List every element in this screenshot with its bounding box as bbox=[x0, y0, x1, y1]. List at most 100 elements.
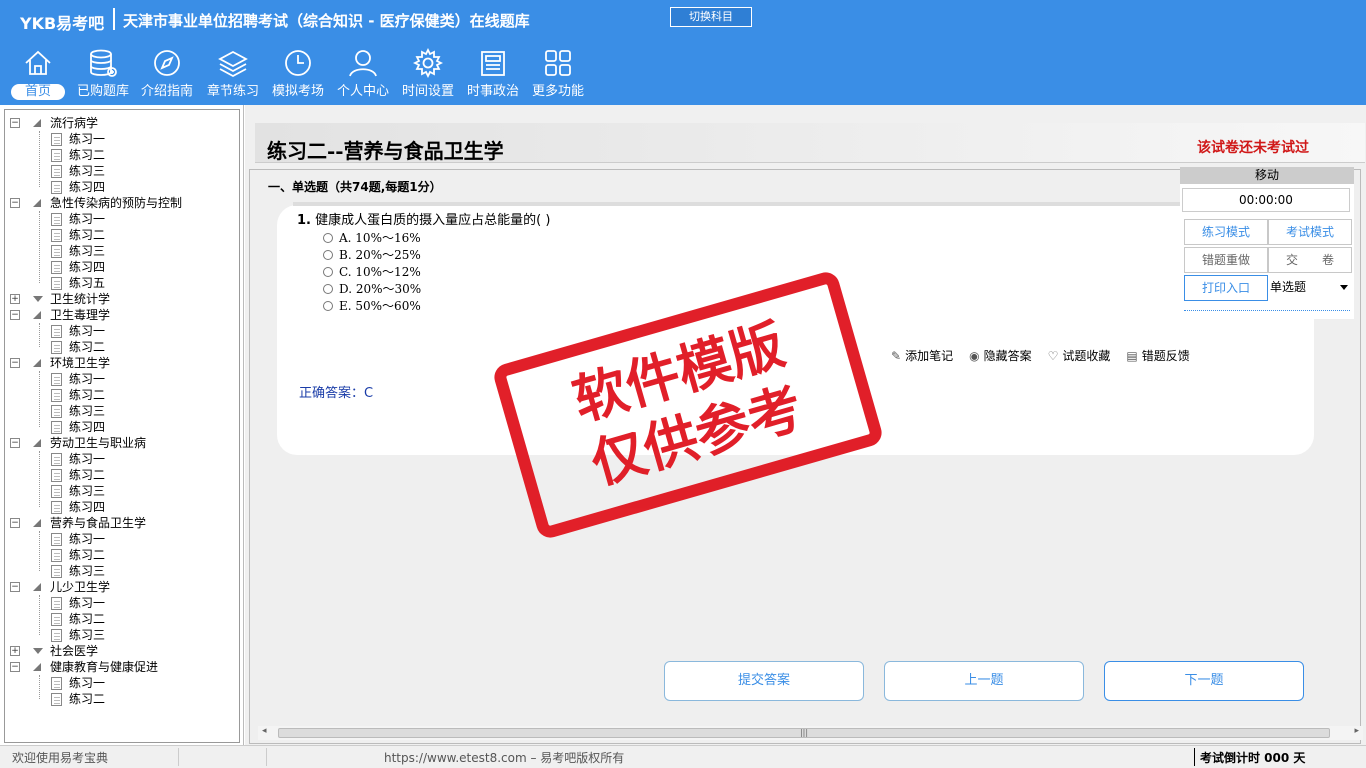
collapse-icon[interactable]: − bbox=[10, 662, 20, 672]
next-question-button[interactable]: 下一题 bbox=[1104, 661, 1304, 701]
expand-icon[interactable]: + bbox=[10, 294, 20, 304]
document-icon bbox=[51, 485, 62, 498]
pencil-icon: ✎ bbox=[891, 349, 902, 363]
tree-leaf-label: 练习二 bbox=[69, 548, 106, 562]
panel-scroll-line bbox=[1184, 310, 1350, 311]
collapse-icon[interactable]: − bbox=[10, 582, 20, 592]
radio-icon[interactable] bbox=[323, 267, 333, 277]
tree-folder[interactable]: − 劳动卫生与职业病 bbox=[5, 435, 235, 451]
scroll-right-icon[interactable]: ▸ bbox=[1354, 726, 1359, 736]
tree-leaf-label: 练习三 bbox=[69, 564, 106, 578]
nav-chapter-practice[interactable]: 章节练习 bbox=[203, 48, 263, 105]
tree-folder[interactable]: − 急性传染病的预防与控制 bbox=[5, 195, 235, 211]
hide-answer-link[interactable]: ◉ 隐藏答案 bbox=[969, 347, 1032, 364]
tree-folder[interactable]: + 社会医学 bbox=[5, 643, 235, 659]
folder-arrow-icon bbox=[33, 359, 41, 367]
tree-leaf-label: 练习四 bbox=[69, 260, 106, 274]
grid-icon bbox=[545, 50, 571, 76]
document-icon bbox=[51, 421, 62, 434]
folder-arrow-icon bbox=[33, 519, 41, 527]
tree-folder[interactable]: − 儿少卫生学 bbox=[5, 579, 235, 595]
tree-leaf-label: 练习一 bbox=[69, 324, 106, 338]
tree-leaf-label: 练习四 bbox=[69, 500, 106, 514]
folder-arrow-icon bbox=[33, 119, 41, 127]
practice-mode-button[interactable]: 练习模式 bbox=[1184, 219, 1268, 245]
hand-in-button[interactable]: 交 卷 bbox=[1268, 247, 1352, 273]
option-b[interactable]: B. 20%～25% bbox=[323, 246, 421, 263]
tree-folder[interactable]: − 环境卫生学 bbox=[5, 355, 235, 371]
scroll-left-icon[interactable]: ◂ bbox=[262, 726, 267, 736]
nav-label: 章节练习 bbox=[206, 84, 259, 99]
feedback-link[interactable]: ▤ 错题反馈 bbox=[1126, 347, 1189, 364]
tree-leaf-label: 练习二 bbox=[69, 612, 106, 626]
report-icon: ▤ bbox=[1126, 349, 1138, 363]
option-d[interactable]: D. 20%～30% bbox=[323, 280, 421, 297]
database-icon bbox=[90, 49, 117, 77]
nav-mock-exam[interactable]: 模拟考场 bbox=[268, 48, 328, 105]
print-button[interactable]: 打印入口 bbox=[1184, 275, 1268, 301]
tree-folder-label: 健康教育与健康促进 bbox=[50, 660, 159, 674]
radio-icon[interactable] bbox=[323, 233, 333, 243]
document-icon bbox=[51, 165, 62, 178]
folder-arrow-icon bbox=[33, 296, 43, 302]
option-a[interactable]: A. 10%～16% bbox=[323, 229, 421, 246]
nav-guide[interactable]: 介绍指南 bbox=[137, 48, 197, 105]
nav-current-affairs[interactable]: 时事政治 bbox=[463, 48, 523, 105]
radio-icon[interactable] bbox=[323, 301, 333, 311]
switch-subject-button[interactable]: 切换科目 bbox=[670, 7, 752, 27]
option-c[interactable]: C. 10%～12% bbox=[323, 263, 421, 280]
favorite-link[interactable]: ♡ 试题收藏 bbox=[1048, 347, 1111, 364]
tool-label: 隐藏答案 bbox=[983, 349, 1032, 363]
exam-mode-button[interactable]: 考试模式 bbox=[1268, 219, 1352, 245]
chevron-down-icon[interactable] bbox=[1340, 285, 1348, 290]
tree-leaf-label: 练习二 bbox=[69, 692, 106, 706]
scrollbar-thumb[interactable]: ||| bbox=[278, 728, 1330, 738]
nav-home[interactable]: 首页 bbox=[8, 48, 68, 105]
tree-folder-label: 急性传染病的预防与控制 bbox=[50, 196, 183, 210]
expand-icon[interactable]: + bbox=[10, 646, 20, 656]
heart-icon: ♡ bbox=[1047, 349, 1059, 363]
collapse-icon[interactable]: − bbox=[10, 310, 20, 320]
tree-panel: − 流行病学 练习一 练习二 练习三 练习四 − 急性传染病的预防与控制 练习一 练习二 练习三 练习… bbox=[4, 109, 240, 743]
document-icon bbox=[51, 629, 62, 642]
tree-connector bbox=[39, 595, 40, 635]
tree-folder[interactable]: − 流行病学 bbox=[5, 115, 235, 131]
submit-answer-button[interactable]: 提交答案 bbox=[664, 661, 864, 701]
status-divider bbox=[266, 748, 267, 766]
compass-icon bbox=[154, 50, 180, 76]
tree-folder[interactable]: − 营养与食品卫生学 bbox=[5, 515, 235, 531]
tree-connector bbox=[39, 451, 40, 507]
tree-folder-label: 卫生毒理学 bbox=[50, 308, 111, 322]
tree-folder-label: 流行病学 bbox=[50, 116, 99, 130]
eye-icon: ◉ bbox=[969, 349, 980, 363]
tree-folder[interactable]: + 卫生统计学 bbox=[5, 291, 235, 307]
redo-wrong-button[interactable]: 错题重做 bbox=[1184, 247, 1268, 273]
question-type-select[interactable]: 单选题 bbox=[1268, 275, 1352, 301]
correct-answer: 正确答案：C bbox=[299, 386, 374, 401]
tree-leaf-label: 练习一 bbox=[69, 676, 106, 690]
horizontal-scrollbar[interactable]: ◂ ||| ▸ bbox=[258, 726, 1363, 740]
collapse-icon[interactable]: − bbox=[10, 518, 20, 528]
nav-time-settings[interactable]: 时间设置 bbox=[398, 48, 458, 105]
move-handle[interactable]: 移动 bbox=[1180, 167, 1354, 184]
prev-question-button[interactable]: 上一题 bbox=[884, 661, 1084, 701]
collapse-icon[interactable]: − bbox=[10, 438, 20, 448]
nav-purchased[interactable]: 已购题库 bbox=[73, 48, 133, 105]
document-icon bbox=[51, 565, 62, 578]
tree-folder[interactable]: − 卫生毒理学 bbox=[5, 307, 235, 323]
nav-more[interactable]: 更多功能 bbox=[528, 48, 588, 105]
option-e[interactable]: E. 50%～60% bbox=[323, 297, 421, 314]
collapse-icon[interactable]: − bbox=[10, 118, 20, 128]
nav-personal-center[interactable]: 个人中心 bbox=[333, 48, 393, 105]
user-icon bbox=[349, 50, 377, 77]
tree-leaf-label: 练习三 bbox=[69, 404, 106, 418]
document-icon bbox=[51, 133, 62, 146]
tree-folder[interactable]: − 健康教育与健康促进 bbox=[5, 659, 235, 675]
collapse-icon[interactable]: − bbox=[10, 198, 20, 208]
tree-leaf-label: 练习三 bbox=[69, 484, 106, 498]
collapse-icon[interactable]: − bbox=[10, 358, 20, 368]
radio-icon[interactable] bbox=[323, 284, 333, 294]
status-divider bbox=[1194, 748, 1195, 766]
add-note-link[interactable]: ✎ 添加笔记 bbox=[891, 347, 953, 364]
radio-icon[interactable] bbox=[323, 250, 333, 260]
